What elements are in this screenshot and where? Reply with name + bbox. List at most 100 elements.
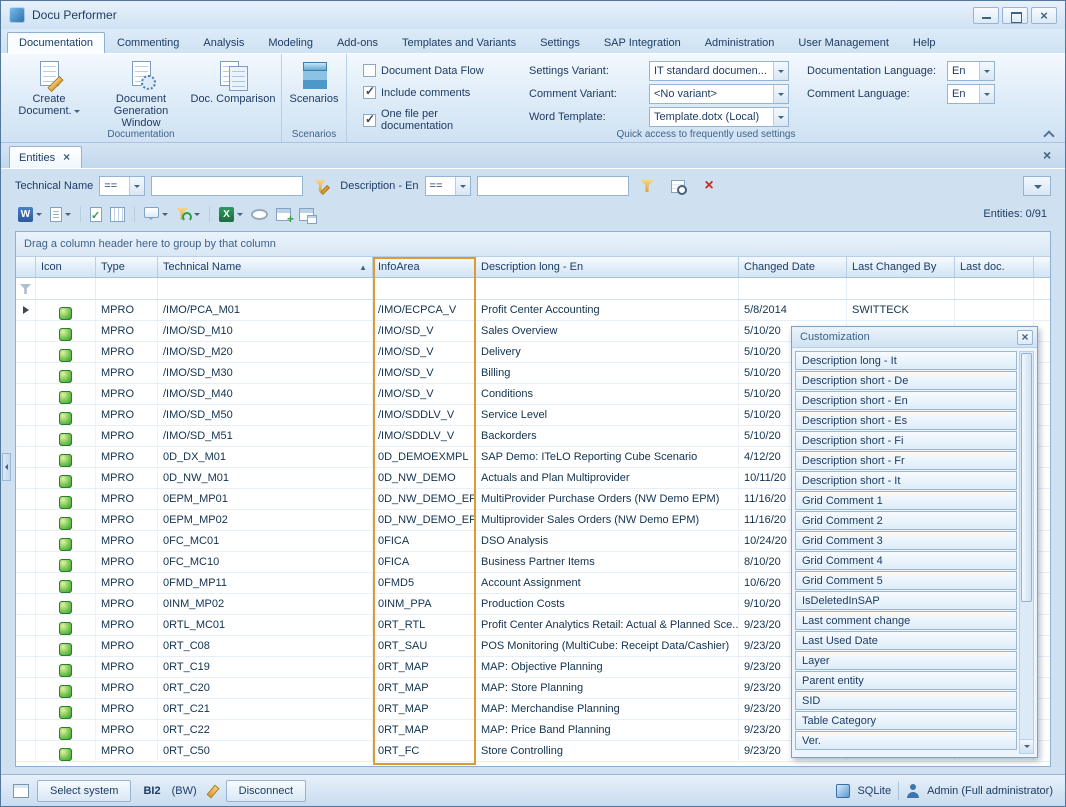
scenarios-button[interactable]: Scenarios <box>284 55 344 129</box>
customization-scrollbar[interactable] <box>1019 351 1034 754</box>
collapse-ribbon-button[interactable] <box>1039 128 1059 140</box>
customization-item[interactable]: Description short - De <box>795 371 1017 390</box>
checkbox[interactable] <box>363 86 376 99</box>
description-filter-input[interactable] <box>477 176 629 196</box>
filter-cell-last-doc[interactable] <box>955 278 1034 299</box>
customization-item[interactable]: Grid Comment 5 <box>795 571 1017 590</box>
tab-close-icon[interactable] <box>62 152 72 164</box>
clear-filter-button[interactable] <box>697 175 722 197</box>
menu-tab[interactable]: Documentation <box>7 32 105 53</box>
menu-tab[interactable]: Settings <box>528 32 592 53</box>
chevron-down-icon[interactable] <box>773 85 788 103</box>
filter-cell-infoarea[interactable] <box>373 278 476 299</box>
menu-tab[interactable]: User Management <box>786 32 901 53</box>
customization-item[interactable]: Description short - Es <box>795 411 1017 430</box>
customization-title-bar[interactable]: Customization <box>792 327 1037 348</box>
menu-tab[interactable]: Help <box>901 32 948 53</box>
header-changed-date[interactable]: Changed Date <box>739 257 847 277</box>
header-description-long-en[interactable]: Description long - En <box>476 257 739 277</box>
filter-cell-type[interactable] <box>96 278 158 299</box>
technical-name-filter-input[interactable] <box>151 176 303 196</box>
document-generation-window-button[interactable]: Document Generation Window <box>95 55 187 129</box>
checkbox-row[interactable]: Document Data Flow <box>363 64 513 77</box>
customization-item[interactable]: Grid Comment 4 <box>795 551 1017 570</box>
scrollbar-down-arrow[interactable] <box>1020 739 1033 753</box>
export-excel-button[interactable] <box>216 203 246 225</box>
validate-button[interactable] <box>87 203 105 225</box>
filter-cell-changed-date[interactable] <box>739 278 847 299</box>
customization-item[interactable]: Table Category <box>795 711 1017 730</box>
customization-item[interactable]: Grid Comment 3 <box>795 531 1017 550</box>
header-type[interactable]: Type <box>96 257 158 277</box>
table-window-button[interactable] <box>296 203 317 225</box>
chevron-down-icon[interactable] <box>129 177 144 195</box>
customization-item[interactable]: Grid Comment 2 <box>795 511 1017 530</box>
customization-item[interactable]: Description short - En <box>795 391 1017 410</box>
table-row[interactable]: MPRO /IMO/PCA_M01 /IMO/ECPCA_V Profit Ce… <box>16 300 1050 321</box>
filter-cell-last-changed-by[interactable] <box>847 278 955 299</box>
system-list-icon[interactable] <box>13 784 29 798</box>
customization-item[interactable]: SID <box>795 691 1017 710</box>
menu-tab[interactable]: Analysis <box>191 32 256 53</box>
create-document-button[interactable]: Create Document. <box>3 55 95 129</box>
customization-item[interactable]: IsDeletedInSAP <box>795 591 1017 610</box>
chevron-down-icon[interactable] <box>455 177 470 195</box>
apply-technical-name-filter-button[interactable] <box>309 175 334 197</box>
column-chooser-button[interactable] <box>107 203 128 225</box>
edit-system-icon[interactable] <box>205 784 218 798</box>
customization-item[interactable]: Description long - It <box>795 351 1017 370</box>
customization-item[interactable]: Description short - Fi <box>795 431 1017 450</box>
export-word-button[interactable] <box>15 203 45 225</box>
documentation-language-select[interactable]: En <box>947 61 995 81</box>
comments-button[interactable] <box>141 203 171 225</box>
maximize-button[interactable] <box>1002 7 1028 24</box>
tab-entities[interactable]: Entities <box>9 146 82 168</box>
chevron-down-icon[interactable] <box>979 85 994 103</box>
filter-options-dropdown[interactable] <box>1023 176 1051 196</box>
filter-cell-icon[interactable] <box>36 278 96 299</box>
minimize-button[interactable] <box>973 7 999 24</box>
filter-cell-technical-name[interactable] <box>158 278 373 299</box>
scrollbar-thumb[interactable] <box>1021 353 1032 602</box>
add-table-button[interactable] <box>273 203 294 225</box>
filter-cell-description[interactable] <box>476 278 739 299</box>
header-last-changed-by[interactable]: Last Changed By <box>847 257 955 277</box>
checkbox-row[interactable]: Include comments <box>363 86 513 99</box>
refresh-filter-button[interactable] <box>173 203 203 225</box>
tabstrip-close-icon[interactable] <box>1042 149 1055 162</box>
header-infoarea[interactable]: InfoArea <box>373 257 476 277</box>
group-by-area[interactable]: Drag a column header here to group by th… <box>16 232 1050 257</box>
description-operator-select[interactable]: == <box>425 176 471 196</box>
doc-comparison-button[interactable]: Doc. Comparison <box>187 55 279 129</box>
menu-tab[interactable]: Add-ons <box>325 32 390 53</box>
apply-description-filter-button[interactable] <box>635 175 660 197</box>
technical-name-operator-select[interactable]: == <box>99 176 145 196</box>
settings-variant-select[interactable]: IT standard documen... <box>649 61 789 81</box>
customization-item[interactable]: Ver. <box>795 731 1017 750</box>
customization-item[interactable]: Last Used Date <box>795 631 1017 650</box>
comment-language-select[interactable]: En <box>947 84 995 104</box>
customization-item[interactable]: Grid Comment 1 <box>795 491 1017 510</box>
customization-item[interactable]: Last comment change <box>795 611 1017 630</box>
chevron-down-icon[interactable] <box>773 108 788 126</box>
select-system-button[interactable]: Select system <box>37 780 131 802</box>
comment-variant-select[interactable]: <No variant> <box>649 84 789 104</box>
checkbox[interactable] <box>363 114 376 127</box>
header-icon[interactable]: Icon <box>36 257 96 277</box>
word-template-select[interactable]: Template.dotx (Local) <box>649 107 789 127</box>
close-button[interactable] <box>1031 7 1057 24</box>
menu-tab[interactable]: Commenting <box>105 32 191 53</box>
disconnect-button[interactable]: Disconnect <box>226 780 306 802</box>
export-document-button[interactable] <box>47 203 74 225</box>
chevron-down-icon[interactable] <box>979 62 994 80</box>
menu-tab[interactable]: SAP Integration <box>592 32 693 53</box>
header-technical-name[interactable]: ▲Technical Name <box>158 257 373 277</box>
preview-button[interactable] <box>248 203 271 225</box>
checkbox[interactable] <box>363 64 376 77</box>
chevron-down-icon[interactable] <box>773 62 788 80</box>
grid-search-button[interactable] <box>666 175 691 197</box>
customization-item[interactable]: Description short - Fr <box>795 451 1017 470</box>
left-panel-splitter[interactable] <box>2 453 11 481</box>
customization-item[interactable]: Parent entity <box>795 671 1017 690</box>
menu-tab[interactable]: Modeling <box>256 32 325 53</box>
